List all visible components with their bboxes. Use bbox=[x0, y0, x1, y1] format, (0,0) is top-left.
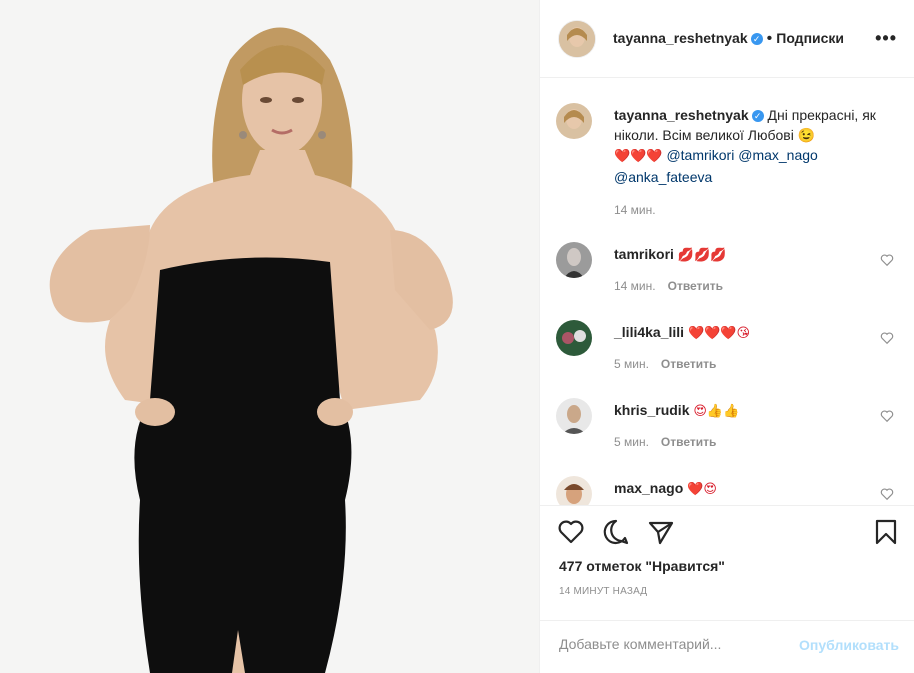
comment-time: 5 мин. bbox=[614, 357, 649, 371]
reply-button[interactable]: Ответить bbox=[668, 279, 723, 293]
comment-username[interactable]: khris_rudik bbox=[614, 402, 689, 418]
bookmark-icon[interactable] bbox=[872, 518, 900, 546]
caption-avatar[interactable] bbox=[556, 103, 592, 139]
add-comment-bar: Опубликовать bbox=[540, 620, 914, 673]
comment-username[interactable]: _lili4ka_lili bbox=[614, 324, 684, 340]
comment-text: 💋💋💋 bbox=[677, 248, 727, 263]
comment-text: ❤️😍 bbox=[687, 482, 717, 497]
comment-avatar[interactable] bbox=[556, 242, 592, 278]
caption-time: 14 мин. bbox=[614, 203, 656, 217]
comments-list[interactable]: tayanna_reshetnyak ✓ Дні прекрасні, як ні… bbox=[540, 79, 914, 505]
caption-hearts: ❤️❤️❤️ bbox=[614, 149, 663, 164]
comment-avatar[interactable] bbox=[556, 320, 592, 356]
comment-text: ❤️❤️❤️😘 bbox=[687, 326, 751, 341]
verified-badge-icon: ✓ bbox=[751, 110, 764, 123]
comment-time: 14 мин. bbox=[614, 279, 656, 293]
posted-time[interactable]: 14 минут назад bbox=[559, 586, 647, 597]
author-avatar[interactable] bbox=[558, 20, 596, 58]
verified-badge-icon: ✓ bbox=[750, 32, 763, 45]
comment-username[interactable]: max_nago bbox=[614, 480, 683, 496]
comment-text: 😍👍👍 bbox=[693, 404, 740, 419]
mention-link[interactable]: @anka_fateeva bbox=[614, 169, 712, 185]
publish-button[interactable]: Опубликовать bbox=[799, 637, 899, 653]
author-username[interactable]: tayanna_reshetnyak bbox=[613, 30, 748, 46]
following-button[interactable]: Подписки bbox=[776, 30, 844, 46]
comment-avatar[interactable] bbox=[556, 476, 592, 505]
like-comment-heart-icon[interactable] bbox=[880, 487, 894, 501]
reply-button[interactable]: Ответить bbox=[661, 357, 716, 371]
separator-dot: • bbox=[766, 30, 773, 47]
post-photo[interactable] bbox=[0, 0, 539, 673]
mention-link[interactable]: @max_nago bbox=[738, 147, 818, 163]
heart-icon[interactable] bbox=[557, 518, 585, 546]
caption-username[interactable]: tayanna_reshetnyak bbox=[614, 107, 749, 123]
post-header: tayanna_reshetnyak ✓ • Подписки ••• bbox=[540, 0, 914, 78]
mention-link[interactable]: @tamrikori bbox=[666, 147, 734, 163]
comment-username[interactable]: tamrikori bbox=[614, 246, 674, 262]
comment-avatar[interactable] bbox=[556, 398, 592, 434]
comment-input[interactable] bbox=[559, 636, 769, 652]
post-actions: 477 отметок "Нравится" 14 минут назад bbox=[540, 505, 914, 620]
post-side-panel: tayanna_reshetnyak ✓ • Подписки ••• tayanna… bbox=[539, 0, 914, 673]
like-comment-heart-icon[interactable] bbox=[880, 253, 894, 267]
more-options-icon[interactable]: ••• bbox=[875, 28, 897, 49]
likes-count[interactable]: 477 отметок "Нравится" bbox=[559, 558, 725, 574]
like-comment-heart-icon[interactable] bbox=[880, 331, 894, 345]
share-icon[interactable] bbox=[647, 518, 675, 546]
reply-button[interactable]: Ответить bbox=[661, 435, 716, 449]
comment-icon[interactable] bbox=[602, 518, 630, 546]
woman-in-black-dress-image bbox=[0, 0, 539, 673]
comment-time: 5 мин. bbox=[614, 435, 649, 449]
like-comment-heart-icon[interactable] bbox=[880, 409, 894, 423]
